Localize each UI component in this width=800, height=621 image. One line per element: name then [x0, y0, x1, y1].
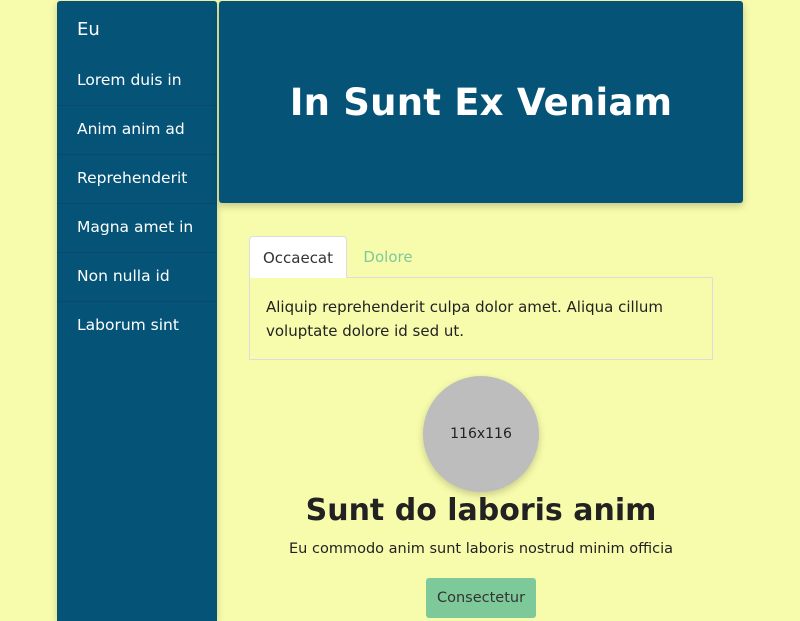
sidebar: Eu Lorem duis in Anim anim ad Reprehende…: [57, 1, 217, 621]
tab-dolore[interactable]: Dolore: [349, 236, 427, 278]
sidebar-item-laborum-sint[interactable]: Laborum sint: [57, 302, 217, 350]
avatar: 116x116: [423, 376, 539, 492]
hero-banner: In Sunt Ex Veniam: [219, 1, 743, 203]
profile-description: Eu commodo anim sunt laboris nostrud min…: [289, 541, 673, 557]
profile-name: Sunt do laboris anim: [305, 493, 657, 528]
sidebar-item-anim-anim-ad[interactable]: Anim anim ad: [57, 106, 217, 155]
tab-occaecat[interactable]: Occaecat: [249, 236, 347, 278]
sidebar-item-reprehenderit[interactable]: Reprehenderit: [57, 155, 217, 204]
tab-panel: Aliquip reprehenderit culpa dolor amet. …: [249, 277, 713, 360]
sidebar-item-magna-amet-in[interactable]: Magna amet in: [57, 204, 217, 253]
tab-bar: Occaecat Dolore: [249, 236, 713, 278]
sidebar-brand[interactable]: Eu: [57, 1, 217, 57]
sidebar-item-non-nulla-id[interactable]: Non nulla id: [57, 253, 217, 302]
page-title: In Sunt Ex Veniam: [289, 80, 673, 124]
sidebar-item-lorem-duis-in[interactable]: Lorem duis in: [57, 57, 217, 106]
avatar-placeholder-text: 116x116: [450, 426, 512, 442]
consectetur-button[interactable]: Consectetur: [426, 578, 536, 618]
